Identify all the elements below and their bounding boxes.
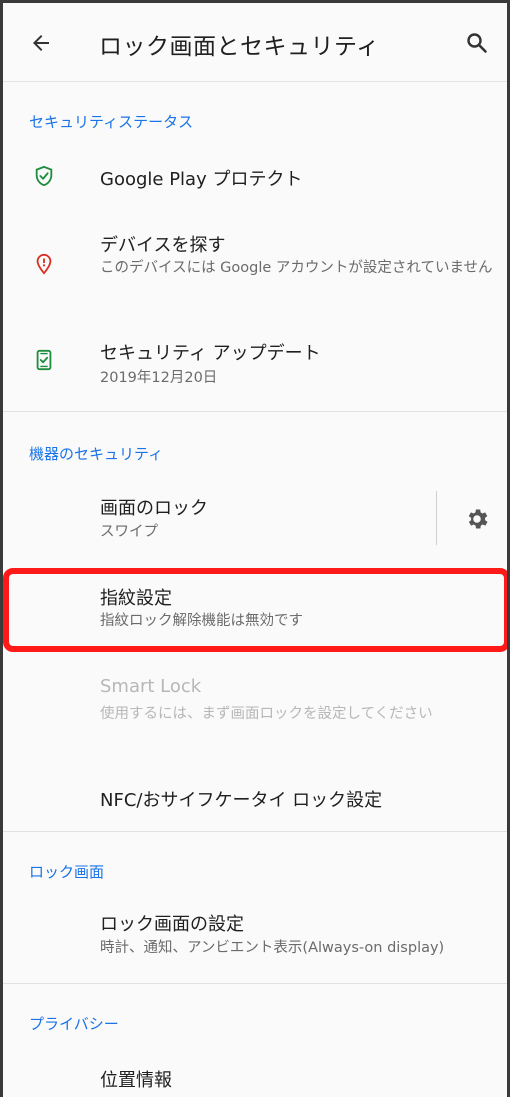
app-bar: ロック画面とセキュリティ — [3, 3, 507, 82]
item-subtitle: 時計、通知、アンビエント表示(Always-on display) — [100, 940, 445, 956]
location-alert-icon — [36, 253, 52, 275]
section-header-security-status: セキュリティステータス — [29, 113, 194, 131]
list-item-screen-lock[interactable]: 画面のロック スワイプ — [3, 488, 433, 550]
item-title: 指紋設定 — [100, 588, 172, 609]
item-title: デバイスを探す — [100, 235, 226, 256]
list-item-location[interactable]: 位置情報 ON — [3, 1058, 507, 1097]
divider — [3, 831, 507, 832]
list-item-lock-screen-settings[interactable]: ロック画面の設定 時計、通知、アンビエント表示(Always-on displa… — [3, 905, 507, 969]
page-title: ロック画面とセキュリティ — [99, 34, 380, 60]
divider — [3, 411, 507, 412]
item-subtitle: このデバイスには Google アカウントが設定されていません — [100, 260, 493, 276]
list-item-security-update[interactable]: セキュリティ アップデート 2019年12月20日 — [3, 333, 507, 399]
settings-screen: ロック画面とセキュリティ セキュリティステータス Google Play プロテ… — [0, 0, 510, 1097]
divider — [3, 983, 507, 984]
phone-check-icon — [36, 349, 52, 371]
item-subtitle: 指紋ロック解除機能は無効です — [100, 613, 303, 629]
item-title: Google Play プロテクト — [100, 169, 303, 190]
item-title: NFC/おサイフケータイ ロック設定 — [100, 790, 383, 811]
vertical-divider — [436, 491, 437, 545]
section-header-lock-screen: ロック画面 — [29, 863, 105, 881]
item-title: 画面のロック — [100, 498, 208, 519]
gear-icon[interactable] — [464, 506, 490, 532]
item-subtitle: 2019年12月20日 — [100, 370, 218, 386]
search-icon[interactable] — [465, 31, 489, 55]
shield-check-icon — [35, 165, 53, 187]
list-item-smart-lock: Smart Lock 使用するには、まず画面ロックを設定してください — [3, 671, 507, 761]
item-title: Smart Lock — [100, 676, 202, 697]
item-title: 位置情報 — [100, 1070, 172, 1091]
item-title: ロック画面の設定 — [100, 914, 244, 935]
section-header-device-security: 機器のセキュリティ — [29, 445, 164, 463]
list-item-play-protect[interactable]: Google Play プロテクト — [3, 153, 507, 203]
item-subtitle: 使用するには、まず画面ロックを設定してください — [100, 706, 433, 722]
list-item-find-device[interactable]: デバイスを探す このデバイスには Google アカウントが設定されていません — [3, 223, 507, 309]
list-item-fingerprint[interactable]: 指紋設定 指紋ロック解除機能は無効です — [3, 575, 507, 645]
item-title: セキュリティ アップデート — [100, 343, 321, 364]
arrow-back-icon[interactable] — [29, 31, 53, 55]
section-header-privacy: プライバシー — [29, 1015, 119, 1033]
list-item-nfc-lock[interactable]: NFC/おサイフケータイ ロック設定 — [3, 778, 507, 822]
